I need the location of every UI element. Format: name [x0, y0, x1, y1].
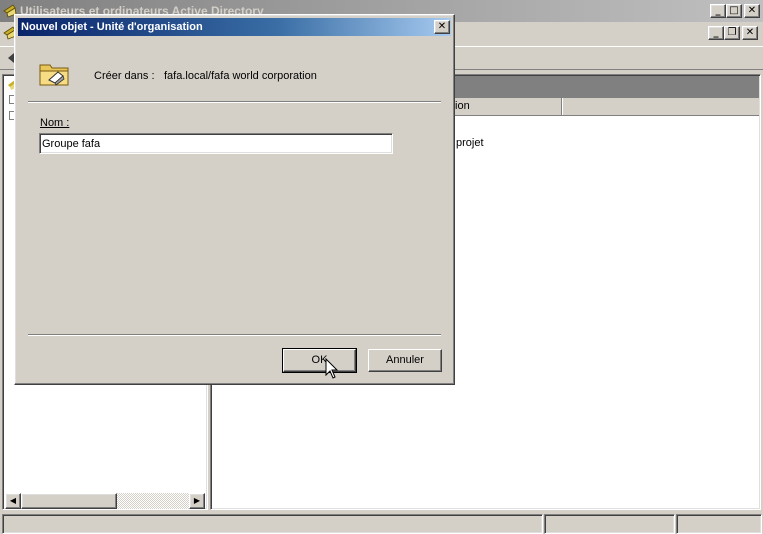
list-item[interactable]: projet: [456, 136, 484, 150]
status-bar: [0, 512, 763, 534]
mouse-cursor-icon: [325, 357, 339, 380]
main-maximize-button[interactable]: □: [726, 4, 742, 18]
list-item-text: projet: [456, 137, 484, 149]
create-in-label: Créer dans :: [94, 70, 155, 82]
separator-top: [28, 101, 441, 103]
mdi-close-button[interactable]: ✕: [742, 26, 758, 40]
scroll-left-icon[interactable]: ◀: [5, 493, 21, 509]
status-cell-main: [2, 514, 543, 534]
ok-button[interactable]: OK: [282, 348, 357, 373]
name-input[interactable]: [39, 133, 393, 154]
status-cell-secondary: [544, 514, 675, 534]
folder-icon: [38, 59, 72, 89]
tree-hscrollbar[interactable]: ◀ ▶: [5, 493, 205, 509]
scroll-right-icon[interactable]: ▶: [189, 493, 205, 509]
create-in-path: fafa.local/fafa world corporation: [164, 70, 317, 82]
dialog-close-button[interactable]: ✕: [434, 20, 450, 34]
new-ou-dialog: Nouvel objet - Unité d'organisation ✕ Cr…: [14, 14, 455, 385]
separator-bottom: [28, 334, 441, 336]
main-minimize-button[interactable]: _: [710, 4, 726, 18]
scroll-thumb[interactable]: [21, 493, 117, 509]
mdi-minimize-button[interactable]: _: [708, 26, 724, 40]
cancel-button[interactable]: Annuler: [368, 349, 442, 372]
name-label-text: Nom :: [40, 117, 70, 129]
status-cell-tertiary: [676, 514, 762, 534]
mdi-restore-button[interactable]: ❐: [724, 26, 740, 40]
dialog-title: Nouvel objet - Unité d'organisation: [21, 21, 203, 33]
dialog-titlebar: Nouvel objet - Unité d'organisation: [18, 18, 451, 36]
name-label: Nom :: [40, 116, 69, 130]
main-close-button[interactable]: ✕: [744, 4, 760, 18]
